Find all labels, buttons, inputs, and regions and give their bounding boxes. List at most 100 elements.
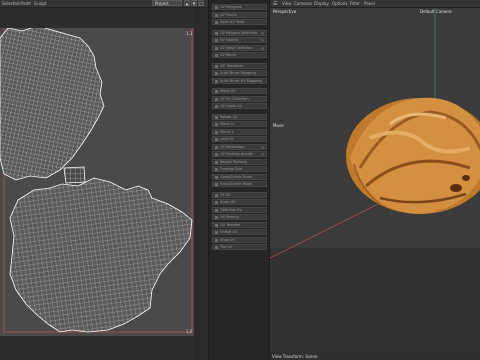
toggle-dot-icon[interactable] <box>261 145 264 149</box>
uv-islands-svg <box>0 25 193 333</box>
command-button[interactable]: UV Mirror <box>212 52 267 58</box>
uv-corner-bottom-label: 1,0 <box>186 329 193 334</box>
toggle-dot-icon[interactable] <box>261 39 264 42</box>
command-icon <box>215 201 218 204</box>
command-button[interactable]: Overlap Grid <box>212 166 267 172</box>
command-button[interactable]: UV Packing Islands <box>212 151 267 157</box>
menu-paint[interactable]: Paint <box>21 1 31 6</box>
command-button[interactable]: Region Packing <box>212 158 267 165</box>
command-button[interactable]: Grow/Shrink Order <box>212 173 267 180</box>
command-button[interactable]: Auto Mirror Mapping <box>212 70 267 76</box>
command-button[interactable]: UV Points <box>212 11 267 18</box>
command-button[interactable]: UV Mesh Selection <box>212 44 267 51</box>
expand-icon[interactable]: □ <box>198 0 204 6</box>
command-button[interactable]: Mirror V <box>212 128 267 135</box>
command-icon <box>215 105 218 108</box>
command-label: Auto Mirror Mapping <box>220 71 256 75</box>
grid-icon[interactable]: ☰ <box>273 1 277 7</box>
command-icon <box>215 64 218 68</box>
command-button[interactable]: Grow/Shrink Mode <box>212 181 267 187</box>
project-select[interactable]: Project <box>152 0 182 6</box>
menu-selection[interactable]: Selection <box>2 1 20 6</box>
command-label: Tile UV <box>220 245 233 249</box>
uv-island-small <box>63 166 86 184</box>
command-icon <box>215 13 218 17</box>
command-icon <box>215 208 218 212</box>
command-label: UV Transform <box>220 63 244 68</box>
toggle-dot-icon[interactable] <box>261 31 264 35</box>
command-button[interactable]: Mirror U <box>212 121 267 127</box>
command-button[interactable]: Fit UV <box>212 191 267 198</box>
command-icon <box>215 193 218 197</box>
command-label: Mirror V <box>220 129 234 134</box>
command-button[interactable]: Tile UV <box>212 244 267 250</box>
status-text: View Transform: Scene <box>272 354 318 359</box>
command-button[interactable]: Auto Mirror UV Mapping <box>212 77 267 84</box>
uv-island-bottom-mesh <box>10 178 192 332</box>
project-select-value: Project <box>155 1 169 6</box>
command-button[interactable]: UV Unpin All <box>212 103 267 109</box>
command-label: Lock UV <box>220 137 235 141</box>
uv-canvas[interactable]: 1,1 1,0 <box>0 25 194 336</box>
menu-options[interactable]: Options <box>332 1 347 6</box>
command-icon <box>215 216 218 219</box>
command-label: UV Islands <box>220 38 239 42</box>
menu-view[interactable]: View <box>282 1 292 6</box>
command-icon <box>215 46 218 50</box>
command-label: UV Polygon Selection <box>220 30 258 35</box>
command-button[interactable]: Paint UV Tools <box>212 19 267 25</box>
command-icon <box>215 160 218 164</box>
menu-panel[interactable]: Panel <box>364 1 375 6</box>
command-button[interactable]: Snap UV <box>212 236 267 243</box>
menu-cameras[interactable]: Cameras <box>294 1 312 6</box>
command-icon <box>215 145 218 149</box>
command-button[interactable]: Optimize UV <box>212 206 267 213</box>
command-label: UV Unpin All <box>220 104 242 108</box>
3d-viewport[interactable]: View Cameras Display Options Filter Pane… <box>270 0 480 360</box>
command-button[interactable]: UV Sewing <box>212 214 267 220</box>
command-icon <box>215 153 218 156</box>
command-button[interactable]: UV Tweaker <box>212 221 267 228</box>
command-label: Scale UV <box>220 200 236 204</box>
command-icon <box>215 90 218 93</box>
command-icon <box>215 246 218 249</box>
command-button[interactable]: UV Relaxation <box>212 143 267 150</box>
menu-sculpt[interactable]: Sculpt <box>34 1 47 6</box>
command-icon <box>215 183 218 186</box>
command-icon <box>215 115 218 119</box>
command-button[interactable]: UV Polygon Selection <box>212 29 267 36</box>
command-icon <box>215 54 218 57</box>
arrow-up-icon[interactable]: ▲ <box>184 0 190 6</box>
command-button[interactable]: Rotate UV <box>212 113 267 120</box>
command-button[interactable]: Unfold UV <box>212 229 267 235</box>
walnut-model[interactable] <box>346 97 480 214</box>
command-icon <box>215 31 218 35</box>
command-label: UV Sewing <box>220 215 239 219</box>
viewport-scene-svg <box>270 8 480 352</box>
command-label: Rotate UV <box>220 114 238 119</box>
command-icon <box>215 168 218 171</box>
command-icon <box>215 138 218 141</box>
command-label: UV Packing Islands <box>220 152 253 156</box>
command-button[interactable]: UV Pin Selection <box>212 95 267 102</box>
command-icon <box>215 123 218 126</box>
menu-display[interactable]: Display <box>314 1 329 6</box>
command-label: Region Packing <box>220 159 247 164</box>
uv-side-strip <box>194 8 208 360</box>
toggle-dot-icon[interactable] <box>261 153 264 156</box>
uv-command-panel: UV Polygons UV Points Paint UV Tools UV Pol… <box>208 0 270 360</box>
arrow-down-icon[interactable]: ▼ <box>191 0 197 6</box>
command-label: UV Mesh Selection <box>220 45 253 50</box>
command-button[interactable]: UV Islands <box>212 37 267 43</box>
command-button[interactable]: Scale UV <box>212 199 267 205</box>
command-button[interactable]: Lock UV <box>212 136 267 142</box>
command-icon <box>215 72 218 75</box>
command-label: UV Relaxation <box>220 144 245 149</box>
command-button[interactable]: UV Transform <box>212 62 267 69</box>
command-button[interactable]: UV Polygons <box>212 4 267 10</box>
command-button[interactable]: Move UV <box>212 88 267 94</box>
command-icon <box>215 231 218 234</box>
command-icon <box>215 238 218 242</box>
menu-filter[interactable]: Filter <box>350 1 360 6</box>
toggle-dot-icon[interactable] <box>261 46 264 50</box>
